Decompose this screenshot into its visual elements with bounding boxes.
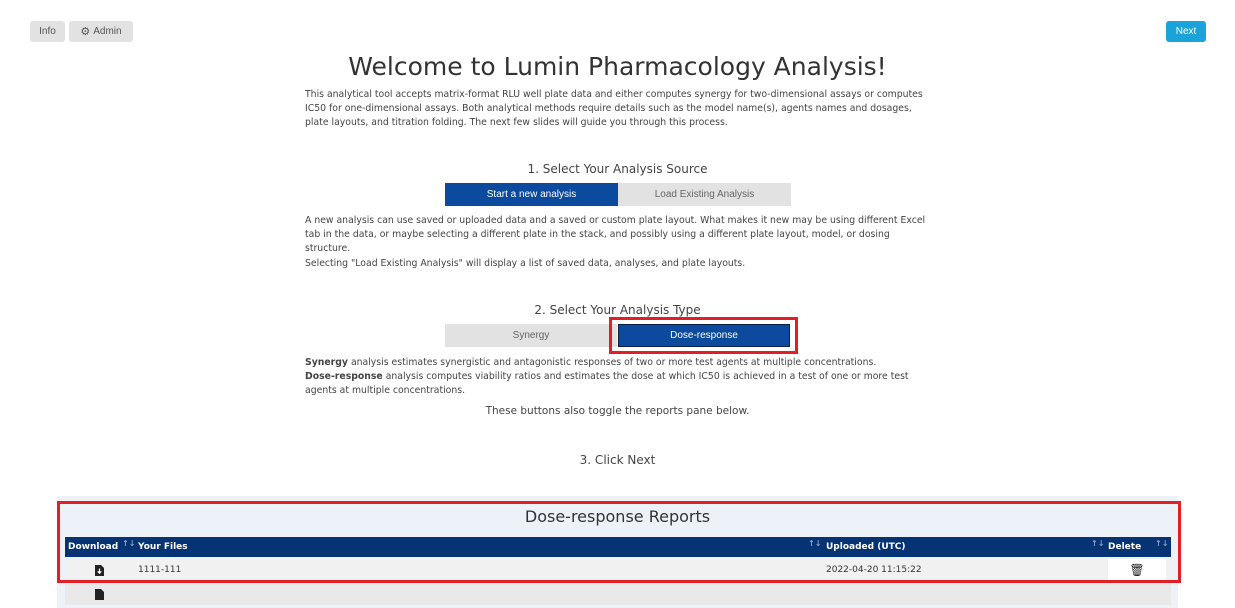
column-download[interactable]: Download [68,537,118,557]
dose-response-highlight [609,317,798,354]
column-your-files[interactable]: Your Files [138,537,188,557]
reports-title: Dose-response Reports [524,507,711,526]
start-new-analysis-button[interactable]: Start a new analysis [445,183,618,206]
page-title: Welcome to Lumin Pharmacology Analysis! [348,52,887,81]
download-file-icon[interactable] [95,583,104,605]
dose-term: Dose-response [305,371,383,382]
column-delete[interactable]: Delete [1108,537,1141,557]
admin-button[interactable]: ⚙ Admin [69,21,133,42]
download-file-icon[interactable] [95,559,104,581]
uploaded-date: 2022-04-20 11:15:22 [826,565,922,575]
column-files-label: Your Files [138,542,188,552]
table-row [65,583,1171,605]
reports-table-header: Download ↑↓ Your Files ↑↓ Uploaded (UTC)… [65,537,1171,557]
synergy-term: Synergy [305,357,348,368]
dose-description: analysis computes viability ratios and e… [305,371,909,396]
gears-icon: ⚙ [80,26,91,38]
info-button[interactable]: Info [30,21,65,42]
column-uploaded[interactable]: Uploaded (UTC) [826,537,906,557]
column-download-label: Download [68,542,119,552]
sort-icon[interactable]: ↑↓ [1155,539,1168,548]
sort-icon[interactable]: ↑↓ [808,539,821,548]
step3-heading: 3. Click Next [579,453,656,467]
column-uploaded-label: Uploaded (UTC) [826,542,906,552]
admin-button-label: Admin [93,26,122,37]
sort-icon[interactable]: ↑↓ [122,539,135,548]
synergy-description: analysis estimates synergistic and antag… [347,357,877,368]
table-row: 1111-111 2022-04-20 11:15:22 🗑 [65,559,1171,581]
synergy-button[interactable]: Synergy [445,324,617,347]
column-delete-label: Delete [1108,542,1142,552]
file-name: 1111-111 [138,565,182,575]
toggle-note: These buttons also toggle the reports pa… [485,405,750,417]
step2-heading: 2. Select Your Analysis Type [534,303,701,317]
intro-text: This analytical tool accepts matrix-form… [305,89,923,128]
load-existing-analysis-button[interactable]: Load Existing Analysis [618,183,791,206]
step1-heading: 1. Select Your Analysis Source [527,162,708,176]
delete-button[interactable]: 🗑 [1108,559,1166,581]
new-analysis-description: A new analysis can use saved or uploaded… [305,215,926,254]
sort-icon[interactable]: ↑↓ [1091,539,1104,548]
analysis-type-description: Synergy analysis estimates synergistic a… [305,356,935,398]
trash-icon: 🗑 [1129,563,1145,577]
next-button[interactable]: Next [1166,21,1206,42]
load-analysis-description: Selecting "Load Existing Analysis" will … [305,258,746,269]
